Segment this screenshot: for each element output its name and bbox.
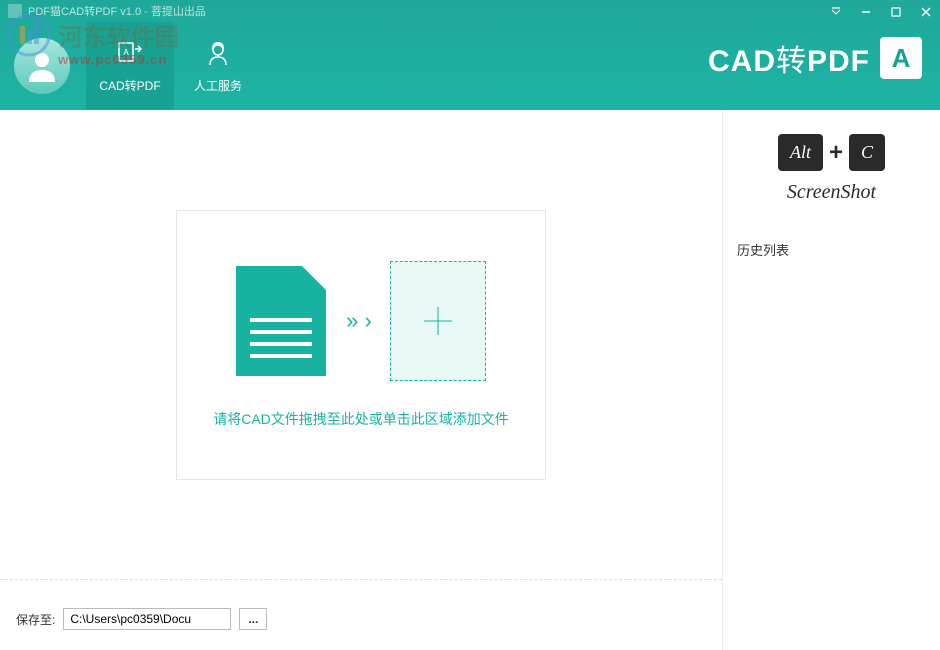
key-alt: Alt [778,134,823,171]
user-icon [24,48,60,84]
minimize-button[interactable] [858,4,874,20]
window-title: PDF猫CAD转PDF v1.0 - 菩提山出品 [28,3,206,19]
close-button[interactable] [918,4,934,20]
file-icon [236,266,326,376]
hotkey: Alt + C [778,134,885,171]
save-to-label: 保存至: [16,611,55,628]
plus-icon [416,299,460,343]
tab-label: CAD转PDF [99,77,160,94]
header-main: A CAD转PDF 人工服务 CAD转PDF A [0,22,940,110]
svg-text:A: A [123,48,129,57]
key-c: C [849,134,885,171]
tab-support[interactable]: 人工服务 [174,22,262,110]
window-controls [828,4,934,20]
app-icon [8,4,22,18]
user-avatar[interactable] [14,38,70,94]
convert-icon: A [115,39,145,69]
screenshot-promo: Alt + C ScreenShot [737,134,926,204]
brand-text: CAD转PDF [708,36,870,80]
add-file-box [390,261,486,381]
dropdown-button[interactable] [828,4,844,20]
footer-bar: 保存至: ... [0,579,722,650]
main-panel: » › 请将CAD文件拖拽至此处或单击此区域添加文件 保存至: ... [0,110,722,650]
brand: CAD转PDF A [708,36,922,80]
save-path-input[interactable] [63,608,231,630]
nav-tabs: A CAD转PDF 人工服务 [86,22,262,110]
app-header: PDF猫CAD转PDF v1.0 - 菩提山出品 河东软件园 www.pc035… [0,0,940,110]
title-bar: PDF猫CAD转PDF v1.0 - 菩提山出品 [0,0,940,22]
side-panel: Alt + C ScreenShot 历史列表 [722,110,940,650]
drop-area-wrap: » › 请将CAD文件拖拽至此处或单击此区域添加文件 [0,110,722,579]
tab-cad-to-pdf[interactable]: A CAD转PDF [86,22,174,110]
drop-hint: 请将CAD文件拖拽至此处或单击此区域添加文件 [213,409,509,429]
drop-graphic: » › [236,261,486,381]
arrow-icon: » › [346,308,370,334]
tab-label: 人工服务 [194,77,242,94]
brand-badge: A [880,37,922,79]
screenshot-label: ScreenShot [787,181,876,204]
file-drop-zone[interactable]: » › 请将CAD文件拖拽至此处或单击此区域添加文件 [176,210,546,480]
browse-button[interactable]: ... [239,608,267,630]
support-icon [203,39,233,69]
key-plus: + [829,139,843,167]
maximize-button[interactable] [888,4,904,20]
history-title: 历史列表 [737,240,926,259]
content: » › 请将CAD文件拖拽至此处或单击此区域添加文件 保存至: ... Alt … [0,110,940,650]
